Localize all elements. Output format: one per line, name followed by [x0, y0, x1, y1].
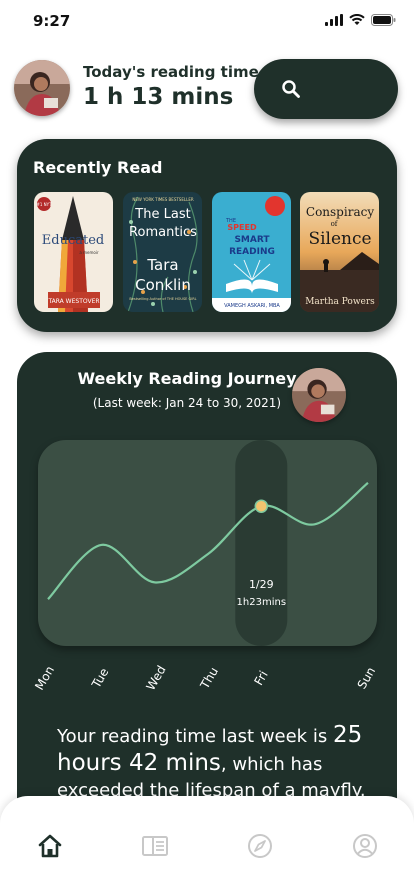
book-cover-conspiracy-of-silence[interactable]: Conspiracy of Silence Martha Powers [300, 192, 379, 312]
book-author: Martha Powers [305, 297, 375, 307]
day-label-tue: Tue [89, 665, 112, 691]
svg-text:Conklin: Conklin [135, 276, 191, 294]
battery-icon [371, 14, 396, 26]
signal-icon [325, 14, 343, 26]
svg-text:NEW YORK TIMES BESTSELLER: NEW YORK TIMES BESTSELLER [132, 197, 194, 202]
profile-icon [353, 834, 377, 858]
search-button[interactable] [254, 59, 398, 119]
highlight-point[interactable] [254, 499, 269, 513]
svg-text:#1 NYT: #1 NYT [36, 202, 52, 207]
book-author: Tara [146, 256, 178, 274]
nav-home[interactable] [36, 832, 64, 860]
avatar[interactable] [14, 60, 70, 116]
weekly-avatar [292, 368, 346, 422]
highlight-date: 1/29 [249, 578, 274, 591]
reading-time-value: 1 h 13 mins [83, 84, 234, 110]
book-title: Educated [42, 233, 104, 248]
status-time: 9:27 [33, 12, 71, 30]
book-title: SPEED [227, 223, 257, 232]
book-title: Conspiracy [306, 205, 374, 219]
summary-prefix: Your reading time last week is [57, 726, 333, 747]
reading-trend-line [47, 482, 369, 600]
book-cover-speed-smart-reading[interactable]: THE SPEED SMART READING VAMEGH ASKARI, M… [212, 192, 291, 312]
book-author: VAMEGH ASKARI, MBA [224, 303, 280, 309]
nav-library[interactable] [141, 832, 169, 860]
weekly-chart: 1/29 1h23mins [38, 440, 377, 646]
weekly-journey-card: Weekly Reading Journey (Last week: Jan 2… [17, 352, 397, 822]
status-icons [325, 14, 396, 26]
highlight-duration: 1h23mins [237, 597, 287, 608]
status-bar: 9:27 [0, 0, 414, 44]
wifi-icon [349, 14, 365, 25]
day-label-sun: Sun [354, 664, 379, 692]
svg-text:a memoir: a memoir [79, 250, 99, 255]
day-label-wed: Wed [143, 663, 169, 693]
avatar-image [14, 60, 70, 116]
day-label-thu: Thu [197, 664, 221, 692]
home-icon [38, 834, 62, 858]
chart-svg: 1/29 1h23mins [47, 440, 369, 646]
day-label-fri: Fri [251, 668, 271, 688]
day-label-mon: Mon [32, 663, 58, 693]
bottom-nav [0, 796, 414, 896]
nav-explore[interactable] [246, 832, 274, 860]
nav-profile[interactable] [351, 832, 379, 860]
book-cover-educated[interactable]: #1 NYT Educated a memoir TARA WESTOVER [34, 192, 113, 312]
recently-read-card: Recently Read #1 NYT Educated a memoir T… [17, 139, 397, 332]
book-title: The Last [134, 207, 190, 222]
svg-text:Silence: Silence [308, 229, 371, 249]
book-author: TARA WESTOVER [47, 298, 99, 305]
search-icon [282, 80, 300, 98]
recently-read-title: Recently Read [33, 158, 163, 177]
library-icon [142, 836, 168, 856]
svg-text:Bestselling Author of THE HOUS: Bestselling Author of THE HOUSE GIRL [129, 297, 196, 301]
svg-text:READING: READING [229, 247, 275, 257]
explore-icon [248, 834, 272, 858]
svg-text:SMART: SMART [234, 235, 270, 245]
highlight-column[interactable] [235, 440, 288, 646]
weekly-summary: Your reading time last week is 25 hours … [57, 722, 377, 804]
reading-time-label: Today's reading time [83, 63, 259, 81]
book-cover-the-last-romantics[interactable]: NEW YORK TIMES BESTSELLER The Last Roman… [123, 192, 202, 312]
svg-text:Romantics: Romantics [129, 225, 197, 240]
